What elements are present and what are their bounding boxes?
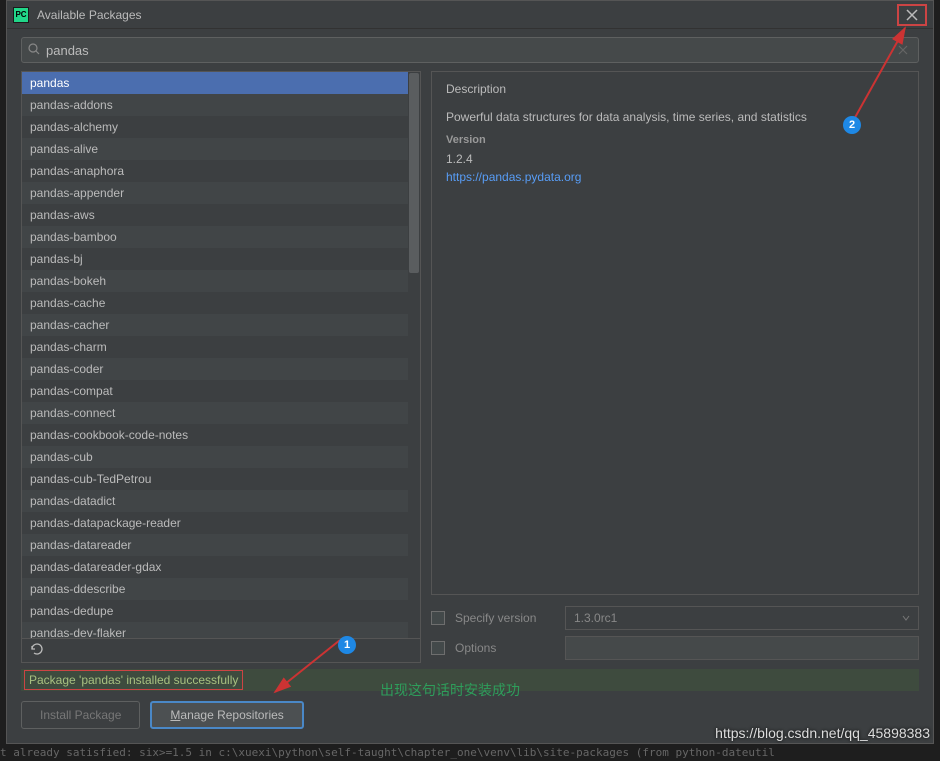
- scrollbar[interactable]: [408, 72, 420, 638]
- close-button[interactable]: [897, 4, 927, 26]
- options-area: Specify version 1.3.0rc1 Options: [431, 603, 919, 663]
- package-item[interactable]: pandas-alchemy: [22, 116, 420, 138]
- install-package-button[interactable]: Install Package: [21, 701, 140, 729]
- manage-mnemonic: M: [170, 708, 180, 722]
- package-item[interactable]: pandas-ddescribe: [22, 578, 420, 600]
- package-item[interactable]: pandas-charm: [22, 336, 420, 358]
- options-input[interactable]: [565, 636, 919, 660]
- package-item[interactable]: pandas-cache: [22, 292, 420, 314]
- version-label: Version: [446, 134, 904, 146]
- window-title: Available Packages: [37, 8, 897, 22]
- annotation-text: 出现这句话时安装成功: [380, 680, 520, 700]
- package-item[interactable]: pandas-cookbook-code-notes: [22, 424, 420, 446]
- package-item[interactable]: pandas-bokeh: [22, 270, 420, 292]
- package-item[interactable]: pandas-coder: [22, 358, 420, 380]
- package-item[interactable]: pandas-addons: [22, 94, 420, 116]
- package-item[interactable]: pandas-cub: [22, 446, 420, 468]
- options-row: Options: [431, 633, 919, 663]
- package-item[interactable]: pandas-dev-flaker: [22, 622, 420, 639]
- refresh-icon[interactable]: [30, 642, 44, 659]
- options-label: Options: [455, 641, 555, 655]
- manage-rest: anage Repositories: [180, 708, 283, 722]
- options-checkbox[interactable]: [431, 641, 445, 655]
- manage-repositories-button[interactable]: Manage Repositories: [150, 701, 303, 729]
- search-row: [7, 29, 933, 71]
- package-item[interactable]: pandas-datareader-gdax: [22, 556, 420, 578]
- description-text: Powerful data structures for data analys…: [446, 110, 904, 124]
- specify-version-value: 1.3.0rc1: [574, 611, 617, 625]
- package-item[interactable]: pandas-dedupe: [22, 600, 420, 622]
- package-item[interactable]: pandas-datareader: [22, 534, 420, 556]
- background-terminal-text: t already satisfied: six>=1.5 in c:\xuex…: [0, 746, 775, 759]
- clear-search-icon[interactable]: [894, 43, 912, 58]
- status-message: Package 'pandas' installed successfully: [24, 670, 243, 690]
- package-list[interactable]: pandaspandas-addonspandas-alchemypandas-…: [21, 71, 421, 639]
- package-item[interactable]: pandas-compat: [22, 380, 420, 402]
- package-item[interactable]: pandas-cacher: [22, 314, 420, 336]
- package-item[interactable]: pandas-bamboo: [22, 226, 420, 248]
- specify-version-row: Specify version 1.3.0rc1: [431, 603, 919, 633]
- package-item[interactable]: pandas-aws: [22, 204, 420, 226]
- specify-version-checkbox[interactable]: [431, 611, 445, 625]
- package-item[interactable]: pandas-alive: [22, 138, 420, 160]
- package-item[interactable]: pandas-datapackage-reader: [22, 512, 420, 534]
- package-item[interactable]: pandas-datadict: [22, 490, 420, 512]
- version-value: 1.2.4: [446, 152, 904, 166]
- right-column: Description Powerful data structures for…: [431, 71, 919, 663]
- main-area: pandaspandas-addonspandas-alchemypandas-…: [7, 71, 933, 663]
- annotation-badge-2: 2: [843, 116, 861, 134]
- specify-version-label: Specify version: [455, 611, 555, 625]
- annotation-badge-1: 1: [338, 636, 356, 654]
- left-column: pandaspandas-addonspandas-alchemypandas-…: [21, 71, 421, 663]
- package-homepage-link[interactable]: https://pandas.pydata.org: [446, 170, 581, 184]
- refresh-row: [21, 639, 421, 663]
- scroll-thumb[interactable]: [409, 73, 419, 273]
- package-item[interactable]: pandas-cub-TedPetrou: [22, 468, 420, 490]
- search-icon: [28, 43, 40, 58]
- package-item[interactable]: pandas-appender: [22, 182, 420, 204]
- description-heading: Description: [446, 82, 904, 96]
- search-box[interactable]: [21, 37, 919, 63]
- watermark: https://blog.csdn.net/qq_45898383: [715, 725, 930, 741]
- titlebar: PC Available Packages: [7, 1, 933, 29]
- description-panel: Description Powerful data structures for…: [431, 71, 919, 595]
- chevron-down-icon: [902, 611, 910, 625]
- package-item[interactable]: pandas-anaphora: [22, 160, 420, 182]
- available-packages-dialog: PC Available Packages pandaspandas-addon…: [6, 0, 934, 744]
- package-item[interactable]: pandas-bj: [22, 248, 420, 270]
- specify-version-select[interactable]: 1.3.0rc1: [565, 606, 919, 630]
- pycharm-icon: PC: [13, 7, 29, 23]
- package-item[interactable]: pandas: [22, 72, 420, 94]
- search-input[interactable]: [46, 43, 894, 58]
- package-item[interactable]: pandas-connect: [22, 402, 420, 424]
- close-icon: [906, 9, 918, 21]
